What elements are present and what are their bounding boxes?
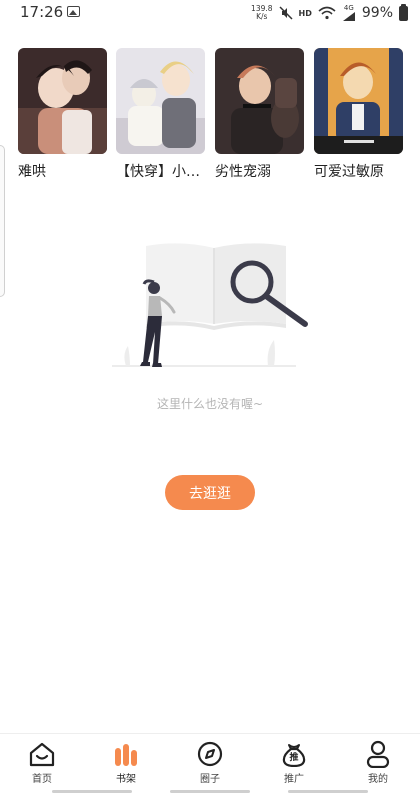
network-speed: 139.8 K/s: [251, 5, 272, 21]
book-cover-art: [116, 48, 205, 154]
book-cover[interactable]: [215, 48, 304, 154]
tab-promote-label: 推广: [284, 774, 304, 785]
side-drawer-handle[interactable]: [0, 145, 5, 297]
promo-bag-text: 推: [289, 753, 299, 763]
status-bar: 17:26 139.8 K/s HD 4G 99%: [0, 0, 420, 26]
book-title: 难哄: [18, 164, 46, 180]
book-cover[interactable]: [18, 48, 107, 154]
bookshelf-icon: [112, 740, 140, 768]
status-time: 17:26: [20, 3, 64, 21]
tab-bookshelf-label: 书架: [116, 774, 136, 785]
book-title: 可爱过敏原: [314, 164, 384, 180]
signal-icon: [342, 12, 355, 21]
battery-icon: [399, 3, 408, 21]
tab-circle-label: 圈子: [200, 774, 220, 785]
network-speed-unit: K/s: [256, 12, 268, 21]
wifi-icon: [318, 6, 336, 20]
book-cover-art: [215, 48, 304, 154]
profile-icon: [364, 740, 392, 768]
battery-percent: 99%: [361, 5, 393, 21]
home-icon: [28, 740, 56, 768]
mute-icon: [279, 6, 293, 20]
gesture-bar-right: [288, 790, 368, 793]
tab-bookshelf[interactable]: 书架: [84, 734, 168, 788]
promo-bag-icon: 推: [280, 740, 308, 768]
hd-label: HD: [298, 8, 312, 18]
gesture-bar-left: [52, 790, 132, 793]
book-card[interactable]: 劣性宠溺: [215, 48, 304, 181]
empty-state-text: 这里什么也没有喔~: [156, 397, 264, 411]
tab-profile-label: 我的: [368, 774, 388, 785]
book-cover[interactable]: [116, 48, 205, 154]
tab-home[interactable]: 首页: [0, 734, 84, 788]
gesture-bar-center: [170, 790, 250, 793]
cell-signal: 4G: [342, 5, 356, 21]
book-cover-art: [314, 48, 403, 154]
go-browse-button[interactable]: 去逛逛: [165, 475, 255, 510]
bookshelf-row: 难哄 【快穿】小… 劣性宠溺 可爱过敏原: [18, 48, 420, 183]
book-card[interactable]: 可爱过敏原: [314, 48, 403, 181]
tab-circle[interactable]: 圈子: [168, 734, 252, 788]
book-card[interactable]: 难哄: [18, 48, 107, 181]
book-title: 【快穿】小…: [116, 164, 200, 180]
gallery-notification-icon: [67, 6, 80, 17]
tab-home-label: 首页: [32, 774, 52, 785]
compass-icon: [196, 740, 224, 768]
network-type: 4G: [343, 4, 354, 12]
status-indicators: 139.8 K/s HD 4G 99%: [251, 2, 408, 24]
book-cover[interactable]: [314, 48, 403, 154]
book-card[interactable]: 【快穿】小…: [116, 48, 205, 181]
empty-shelf-illustration: [112, 243, 308, 367]
book-cover-art: [18, 48, 107, 154]
bottom-tab-bar: 首页 书架 圈子 推 推广 我的: [0, 733, 420, 787]
tab-profile[interactable]: 我的: [336, 734, 420, 788]
tab-promote[interactable]: 推 推广: [252, 734, 336, 788]
book-title: 劣性宠溺: [215, 164, 271, 180]
